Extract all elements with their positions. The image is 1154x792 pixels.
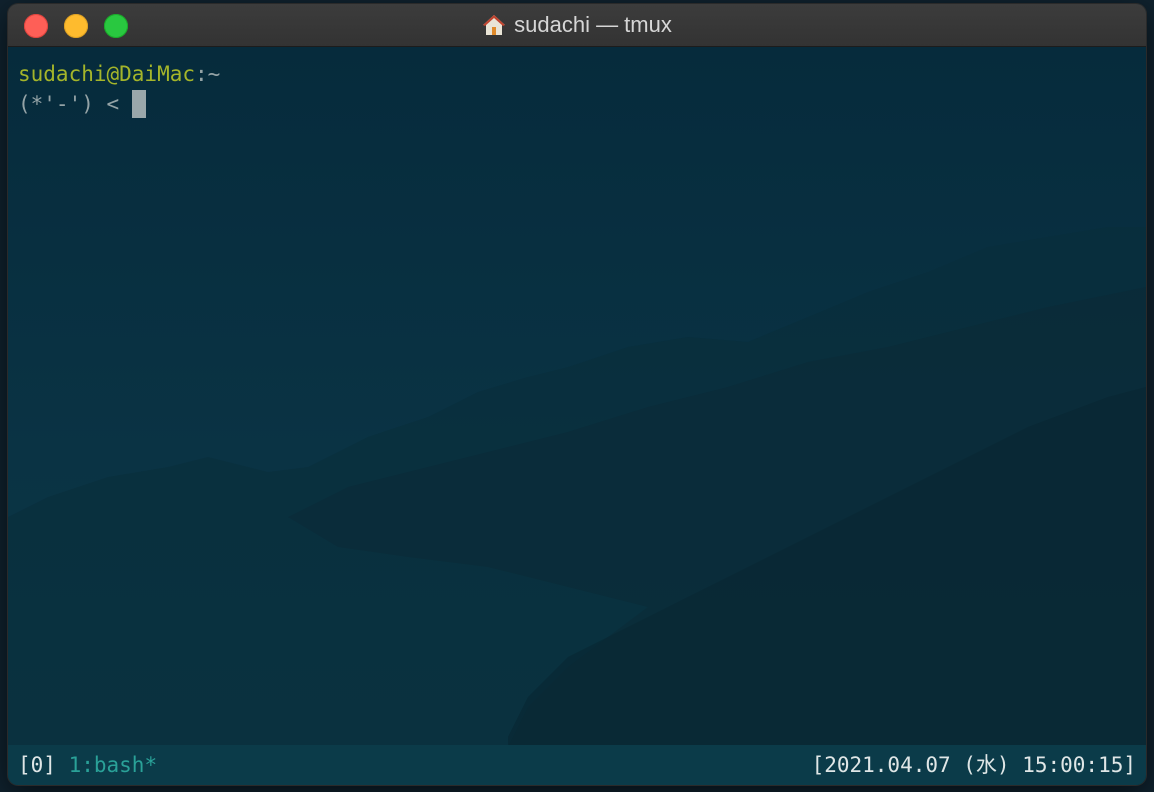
tmux-status-bar: [0] 1:bash* [2021.04.07 (水) 15:00:15] xyxy=(8,745,1146,785)
tmux-window-active[interactable]: 1:bash* xyxy=(69,753,158,777)
prompt-face: (*'-') < xyxy=(18,92,132,116)
tmux-datetime: [2021.04.07 (水) 15:00:15] xyxy=(811,753,1136,777)
prompt-path: ~ xyxy=(207,62,221,86)
terminal-window: sudachi — tmux sudachi@DaiMac:~ (*'-') <… xyxy=(8,4,1146,785)
tmux-session: [0] xyxy=(18,753,56,777)
terminal-output: sudachi@DaiMac:~ (*'-') < xyxy=(18,59,220,119)
terminal-pane[interactable]: sudachi@DaiMac:~ (*'-') < [0] 1:bash* [2… xyxy=(8,47,1146,785)
window-title: sudachi — tmux xyxy=(514,12,672,37)
wallpaper-background xyxy=(8,227,1146,785)
title-bar[interactable]: sudachi — tmux xyxy=(8,4,1146,47)
tmux-status-left: [0] 1:bash* xyxy=(18,745,157,785)
prompt-user-host: sudachi@DaiMac xyxy=(18,62,196,86)
prompt-separator: : xyxy=(195,62,208,86)
text-cursor xyxy=(131,90,146,118)
window-title-group: sudachi — tmux xyxy=(8,4,1146,46)
home-icon xyxy=(483,15,506,35)
